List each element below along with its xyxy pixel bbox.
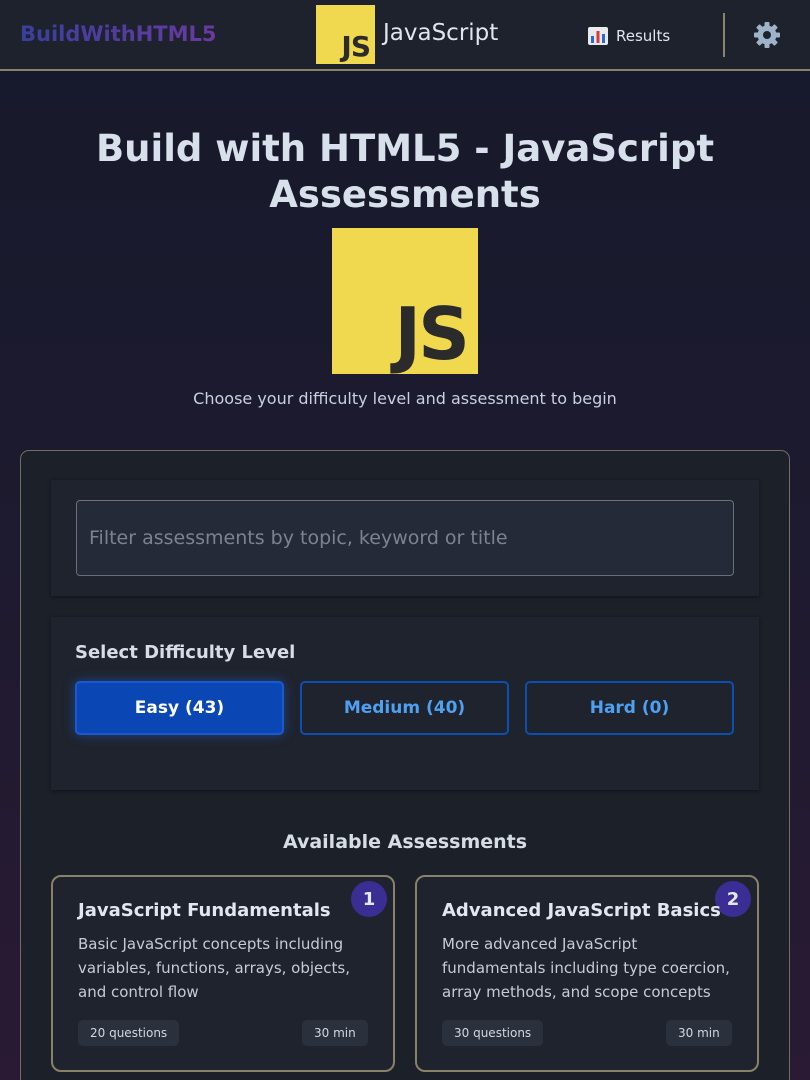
- language-title: JavaScript: [383, 20, 499, 46]
- header-divider: [723, 13, 725, 57]
- card-title: JavaScript Fundamentals: [78, 900, 331, 921]
- logo-text: JS: [341, 30, 371, 63]
- filter-input[interactable]: [76, 500, 734, 576]
- difficulty-easy-button[interactable]: Easy (43): [75, 681, 284, 735]
- difficulty-medium-button[interactable]: Medium (40): [300, 681, 509, 735]
- available-assessments-heading: Available Assessments: [282, 831, 528, 853]
- results-button[interactable]: Results: [588, 24, 670, 48]
- question-count-tag: 30 questions: [442, 1020, 544, 1046]
- page-title: Build with HTML5 - JavaScript Assessment…: [95, 127, 714, 216]
- difficulty-label: Select Difficulty Level: [75, 642, 296, 663]
- card-description: Basic JavaScript concepts including vari…: [78, 935, 350, 1001]
- card-number-badge: 1: [351, 881, 387, 917]
- card-description: More advanced JavaScript fundamentals in…: [442, 935, 730, 1001]
- page-subtitle: Choose your difficulty level and assessm…: [193, 389, 617, 408]
- gear-icon[interactable]: [753, 21, 781, 49]
- duration-tag: 30 min: [666, 1020, 732, 1046]
- bar-chart-icon: [588, 27, 608, 45]
- duration-tag: 30 min: [302, 1020, 368, 1046]
- card-title: Advanced JavaScript Basics: [442, 900, 721, 921]
- javascript-logo-small: JS: [316, 5, 375, 64]
- results-label: Results: [616, 27, 671, 45]
- brand-logo-text[interactable]: BuildWithHTML5: [20, 22, 217, 46]
- question-count-tag: 20 questions: [78, 1020, 180, 1046]
- difficulty-hard-button[interactable]: Hard (0): [525, 681, 734, 735]
- javascript-logo-large: JS: [332, 228, 478, 376]
- logo-text-large: JS: [394, 292, 470, 376]
